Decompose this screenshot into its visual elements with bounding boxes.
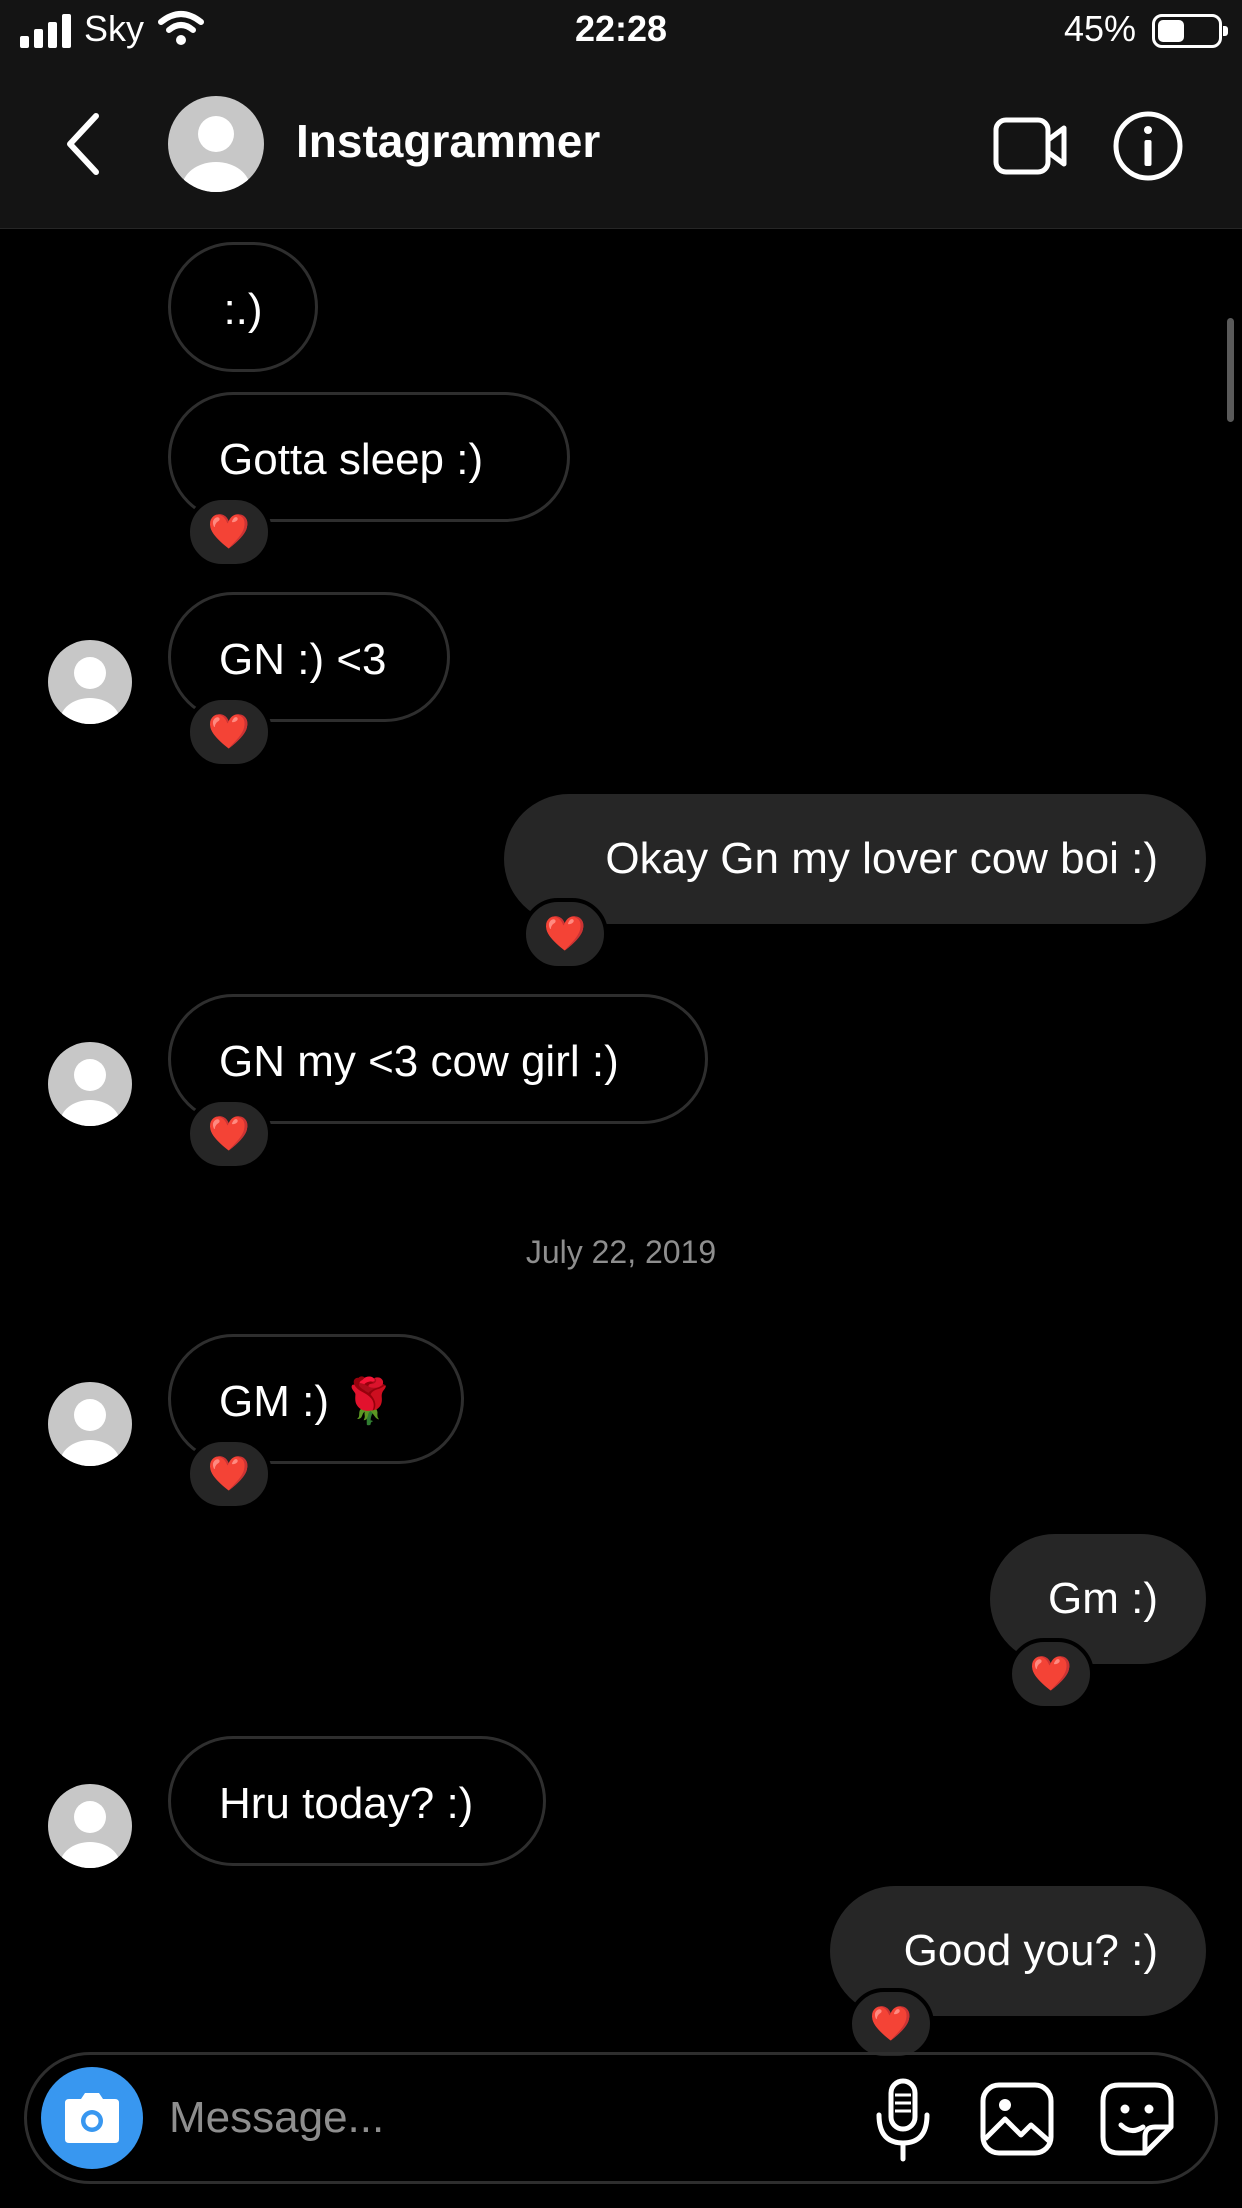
battery-percent: 45% [1063,8,1136,49]
default-avatar-icon [60,657,120,724]
chat-username[interactable]: Instagrammer [296,114,600,168]
heart-reaction[interactable]: ❤️ [1008,1638,1094,1710]
battery-level [1158,20,1185,42]
heart-reaction[interactable]: ❤️ [186,496,272,568]
sender-avatar[interactable] [48,1042,132,1126]
message-bubble-outgoing[interactable]: Okay Gn my lover cow boi :) [504,794,1206,924]
heart-reaction[interactable]: ❤️ [522,898,608,970]
sticker-icon[interactable] [1099,2081,1175,2157]
heart-reaction[interactable]: ❤️ [186,1098,272,1170]
info-icon[interactable] [1112,110,1184,182]
heart-reaction[interactable]: ❤️ [848,1988,934,2060]
header-avatar[interactable] [168,96,264,192]
default-avatar-icon [60,1399,120,1466]
status-time: 22:28 [574,8,668,49]
message-input[interactable] [169,2085,729,2151]
status-bar: Sky 22:28 45% [0,0,1242,64]
microphone-icon[interactable] [873,2077,933,2163]
heart-reaction[interactable]: ❤️ [186,1438,272,1510]
message-bubble-incoming[interactable]: :.) [168,242,318,372]
date-separator: July 22, 2019 [525,1234,717,1270]
default-avatar-icon [60,1801,120,1868]
back-chevron-icon[interactable] [56,104,116,184]
chat-header: Instagrammer [0,64,1242,229]
message-composer [24,2052,1218,2184]
sender-avatar[interactable] [48,1382,132,1466]
battery-icon [1152,14,1228,48]
heart-reaction[interactable]: ❤️ [186,696,272,768]
gallery-icon[interactable] [979,2081,1055,2157]
scrollbar[interactable] [1227,318,1234,422]
camera-icon [65,2093,119,2143]
message-bubble-incoming[interactable]: Hru today? :) [168,1736,546,1866]
sender-avatar[interactable] [48,1784,132,1868]
default-avatar-icon [182,116,250,192]
camera-button[interactable] [41,2067,143,2169]
default-avatar-icon [60,1059,120,1126]
sender-avatar[interactable] [48,640,132,724]
video-call-icon[interactable] [992,114,1068,178]
